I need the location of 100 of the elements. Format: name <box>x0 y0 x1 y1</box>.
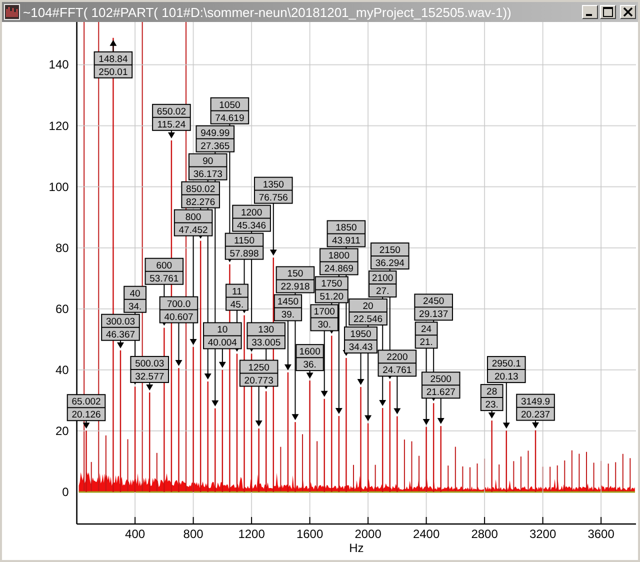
peak-label: 850.02 82.276 <box>181 181 220 208</box>
annotation: 2500 21.627 <box>426 374 456 398</box>
x-tick-label: 3200 <box>529 527 556 541</box>
peak-label: 28 23. <box>480 384 504 412</box>
peak-label: 24 21. <box>414 322 438 349</box>
annotation: 90 36.173 <box>193 156 222 180</box>
y-tick-label: 40 <box>55 362 69 377</box>
annotation: 130 33.005 <box>252 324 281 349</box>
peak-label: 1150 57.898 <box>224 232 264 260</box>
pointer-arrow <box>146 382 154 390</box>
peak-label: 500.03 32.577 <box>130 356 170 383</box>
pointer-arrow <box>270 202 277 256</box>
y-tick-label: 120 <box>48 118 69 133</box>
minimize-button[interactable] <box>582 5 598 19</box>
annotation: 1950 34.43 <box>348 328 373 353</box>
pointer-arrow <box>110 40 117 52</box>
annotation: 2950.1 20.13 <box>492 358 521 383</box>
annotation: 949.99 27.365 <box>200 128 230 152</box>
peak-line <box>294 422 296 492</box>
peak-label: 600 53.761 <box>144 258 184 285</box>
peak-line <box>86 430 87 492</box>
pointer-arrow <box>168 130 175 138</box>
annotation: 850.02 82.276 <box>186 184 216 208</box>
peak-line <box>534 430 536 492</box>
annotation: 2450 29.137 <box>419 296 448 320</box>
annotation: 11 45. <box>230 286 244 310</box>
x-tick-label: 2800 <box>471 527 498 541</box>
peak-line <box>491 420 492 492</box>
minimize-icon <box>586 14 592 16</box>
annotation: 1800 24.869 <box>324 250 354 275</box>
annotation: 700.0 40.607 <box>164 298 194 323</box>
pointer-arrow <box>117 340 124 348</box>
peak-label: 1050 74.619 <box>210 97 250 124</box>
annotation: 150 22.918 <box>280 268 310 293</box>
peak-label: 2500 21.627 <box>421 372 460 399</box>
maximize-button[interactable] <box>600 5 616 19</box>
peak-label: 2100 27. <box>368 270 397 298</box>
peak-label: 2450 29.137 <box>414 294 453 321</box>
y-tick-label: 80 <box>55 240 69 255</box>
peak-line <box>440 426 442 492</box>
y-tick-label: 60 <box>55 302 69 316</box>
peak-line <box>258 428 260 492</box>
pointer-arrow <box>82 420 90 429</box>
peak-label: 3149.9 20.237 <box>516 394 555 421</box>
annotation: 65.002 20.126 <box>72 396 101 421</box>
window-title: ~104#FFT( 102#PART( 101#D:\sommer-neun\20181201_myProject_152505.wav-1)) <box>23 4 512 20</box>
pointer-arrow <box>175 322 182 366</box>
peak-label: 1750 51.20 <box>314 276 348 304</box>
peak-label: 1350 76.756 <box>254 176 293 204</box>
annotation: 1850 43.911 <box>332 222 360 247</box>
annotation: 148.84 250.01 <box>98 54 128 78</box>
peak-label: 1200 45.346 <box>232 204 271 232</box>
peak-label: 2950.1 20.13 <box>487 356 526 384</box>
x-tick-label: 800 <box>183 527 204 541</box>
annotation: 3149.9 20.237 <box>520 396 550 420</box>
annotation: 40 34. <box>128 288 142 312</box>
maximize-icon <box>603 7 613 17</box>
annotation: 1350 76.756 <box>258 179 288 204</box>
peak-label: 90 36.173 <box>188 153 228 180</box>
x-tick-label: 400 <box>125 527 146 541</box>
peak-label: 800 47.452 <box>174 209 213 236</box>
pointer-arrow <box>306 370 314 379</box>
peak-label: 40 34. <box>124 286 146 313</box>
y-tick-label: 20 <box>55 424 69 438</box>
annotation: 600 53.761 <box>150 260 179 284</box>
peak-line <box>506 430 507 492</box>
peak-label: 1950 34.43 <box>344 326 378 354</box>
peak-label: 650.02 115.24 <box>152 104 191 131</box>
peak-label: 11 45. <box>226 284 248 311</box>
peak-label: 1850 43.911 <box>326 220 366 248</box>
peak-label: 20 22.546 <box>348 298 388 326</box>
peak-label: 1700 30. <box>310 304 338 332</box>
peak-label: 2200 24.761 <box>378 350 417 377</box>
peak-label: 1250 20.773 <box>239 360 278 387</box>
peak-label: 1600 36. <box>296 344 324 372</box>
peak-label: 150 22.918 <box>276 266 315 294</box>
peak-label: 148.84 250.01 <box>94 51 133 78</box>
x-tick-label: 2400 <box>412 527 440 541</box>
peak-label: 300.03 46.367 <box>101 314 140 341</box>
x-tick-label: 1200 <box>238 527 265 541</box>
annotation: 28 23. <box>485 386 498 411</box>
peak-label: 65.002 20.126 <box>66 394 106 422</box>
peak-label: 1800 24.869 <box>320 248 358 276</box>
annotation: 1150 57.898 <box>230 235 259 260</box>
x-axis-label: Hz <box>349 541 364 555</box>
annotation: 500.03 32.577 <box>135 358 164 382</box>
annotation: 2200 24.761 <box>382 352 412 376</box>
peak-label: 130 33.005 <box>246 322 286 350</box>
y-tick-label: 140 <box>48 58 69 72</box>
close-button[interactable] <box>620 5 636 19</box>
x-tick-label: 1600 <box>296 527 324 541</box>
annotation: 300.03 46.367 <box>106 316 136 340</box>
y-tick-label: 100 <box>48 180 69 194</box>
peak-label: 700.0 40.607 <box>159 296 198 324</box>
peak-label: 949.99 27.365 <box>196 125 235 152</box>
annotation: 800 47.452 <box>178 212 208 236</box>
annotation: 1750 51.20 <box>320 278 344 303</box>
annotation: 650.02 115.24 <box>156 106 186 130</box>
pointer-arrow <box>488 410 496 419</box>
close-icon <box>623 7 633 17</box>
